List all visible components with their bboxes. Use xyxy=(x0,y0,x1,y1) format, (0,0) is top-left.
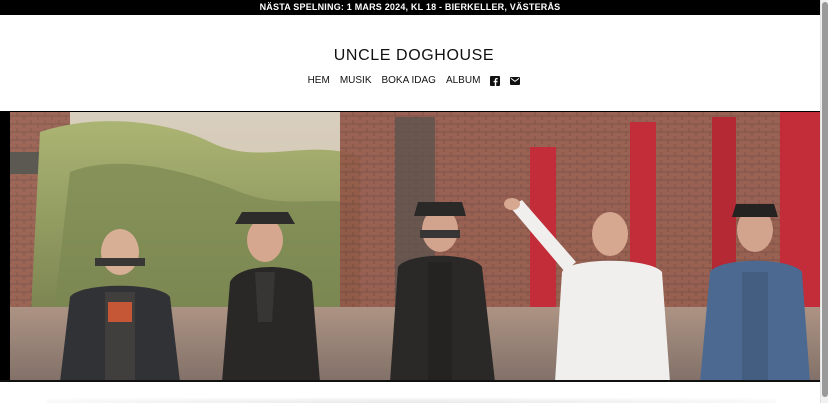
scrollbar[interactable] xyxy=(820,0,828,403)
scrollbar-thumb[interactable] xyxy=(822,2,828,397)
mail-icon[interactable] xyxy=(510,76,521,86)
site-header: UNCLE DOGHOUSE HEM MUSIK BOKA IDAG ALBUM xyxy=(0,15,820,112)
nav-item-musik[interactable]: MUSIK xyxy=(340,75,372,86)
facebook-icon[interactable] xyxy=(490,75,501,86)
content-area xyxy=(0,382,820,403)
card-shadow xyxy=(46,398,776,403)
nav-item-boka-idag[interactable]: BOKA IDAG xyxy=(381,75,435,86)
nav-item-album[interactable]: ALBUM xyxy=(446,75,480,86)
announcement-text: NÄSTA SPELNING: 1 MARS 2024, KL 18 - BIE… xyxy=(259,2,561,12)
hero-image xyxy=(10,112,820,380)
announcement-bar: NÄSTA SPELNING: 1 MARS 2024, KL 18 - BIE… xyxy=(0,0,820,15)
site-title[interactable]: UNCLE DOGHOUSE xyxy=(0,47,828,65)
band-photo-illustration xyxy=(10,112,820,380)
nav-item-hem[interactable]: HEM xyxy=(308,75,330,86)
hero-left-edge xyxy=(0,112,10,380)
main-nav: HEM MUSIK BOKA IDAG ALBUM xyxy=(0,75,828,86)
